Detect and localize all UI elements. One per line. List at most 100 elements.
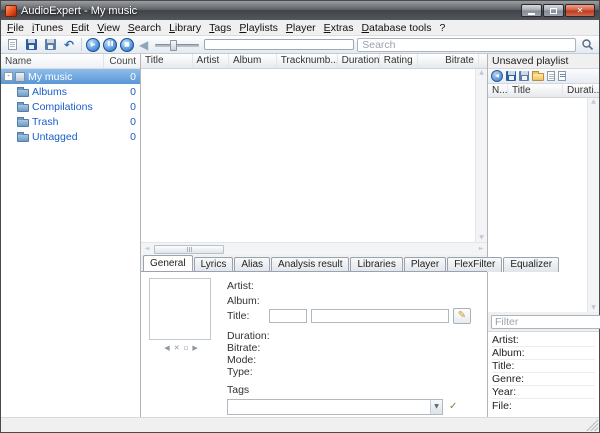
column-duration[interactable]: Duration [338, 54, 380, 68]
column-album[interactable]: Album [229, 54, 277, 68]
tree-column-name[interactable]: Name [1, 54, 104, 68]
playlist-list: ▲ ▼ [488, 98, 599, 312]
tree-item-label: My music [28, 71, 104, 83]
title-number-input[interactable] [269, 309, 307, 323]
menu-itunes[interactable]: iTunes [28, 21, 67, 35]
menu-database-tools[interactable]: Database tools [357, 21, 435, 35]
scroll-up-icon[interactable]: ▲ [479, 70, 484, 76]
stop-button[interactable]: ■ [120, 38, 134, 52]
tree-expander-icon[interactable]: - [4, 72, 13, 81]
close-button[interactable]: ✕ [565, 4, 595, 17]
track-info-panel: Artist: Album: Title: Genre: Year: File: [488, 331, 599, 417]
tree-column-count[interactable]: Count [104, 56, 140, 67]
tree-item-trash[interactable]: Trash 0 [1, 114, 140, 129]
playlist-list-area[interactable] [488, 98, 587, 312]
titlebar[interactable]: AudioExpert - My music ✕ [1, 1, 599, 20]
tree-item-untagged[interactable]: Untagged 0 [1, 129, 140, 144]
tab-lyrics[interactable]: Lyrics [194, 257, 234, 272]
open-playlist-icon[interactable] [532, 73, 544, 81]
info-album: Album: [492, 347, 595, 360]
scroll-left-icon[interactable]: ◄ [141, 246, 153, 252]
volume-thumb[interactable] [170, 40, 177, 51]
save-playlist-icon[interactable] [506, 71, 516, 81]
menu-player[interactable]: Player [282, 21, 320, 35]
scroll-up-icon[interactable]: ▲ [591, 99, 596, 105]
dropdown-icon[interactable]: ▼ [430, 400, 442, 414]
new-button[interactable] [4, 37, 20, 53]
cover-add-icon[interactable]: ▫ [184, 344, 189, 352]
menu-file[interactable]: File [3, 21, 28, 35]
track-panel: Title Artist Album Tracknumb... Duration… [141, 54, 488, 417]
filter-input[interactable] [492, 316, 600, 328]
menu-view[interactable]: View [93, 21, 124, 35]
search-input[interactable] [358, 39, 575, 51]
save-playlist-as-icon[interactable] [519, 71, 529, 81]
tab-flexfilter[interactable]: FlexFilter [447, 257, 502, 272]
undo-button[interactable]: ↶ [61, 37, 77, 53]
minimize-button[interactable] [521, 4, 542, 17]
menu-library[interactable]: Library [165, 21, 205, 35]
column-playlist-title[interactable]: Title [508, 84, 563, 97]
playlist-back-icon[interactable]: ◀ [491, 70, 503, 82]
save-button[interactable] [23, 37, 39, 53]
cover-prev-icon[interactable]: ◀ [164, 344, 169, 352]
column-playlist-duration[interactable]: Durati... [563, 84, 599, 97]
apply-tags-icon[interactable]: ✓ [449, 401, 457, 412]
stop-icon: ■ [124, 42, 130, 48]
track-list-horizontal-scrollbar[interactable]: ◄ ► [141, 242, 487, 255]
tags-input[interactable] [228, 401, 430, 413]
tab-player[interactable]: Player [404, 257, 446, 272]
column-rating[interactable]: Rating [380, 54, 418, 68]
tree-item-count: 0 [104, 101, 140, 113]
tree-item-albums[interactable]: Albums 0 [1, 84, 140, 99]
scroll-right-icon[interactable]: ► [475, 246, 487, 252]
track-list-area[interactable] [141, 69, 475, 242]
app-icon [5, 5, 17, 17]
save-all-button[interactable] [42, 37, 58, 53]
resize-grip-icon[interactable] [586, 419, 598, 431]
menu-extras[interactable]: Extras [320, 21, 358, 35]
menu-search[interactable]: Search [124, 21, 165, 35]
search-icon[interactable] [581, 38, 594, 51]
play-icon: ▶ [91, 42, 96, 48]
scroll-down-icon[interactable]: ▼ [591, 305, 596, 311]
column-number[interactable]: N... [488, 84, 508, 97]
tab-libraries[interactable]: Libraries [350, 257, 402, 272]
tags-label: Tags [227, 384, 249, 396]
menu-help[interactable]: ? [436, 21, 450, 35]
tab-analysis-result[interactable]: Analysis result [271, 257, 349, 272]
track-list-vertical-scrollbar[interactable]: ▲ ▼ [475, 69, 487, 242]
scroll-down-icon[interactable]: ▼ [479, 235, 484, 241]
column-bitrate[interactable]: Bitrate [418, 54, 479, 68]
menu-tags[interactable]: Tags [205, 21, 235, 35]
column-artist[interactable]: Artist [193, 54, 229, 68]
new-playlist-icon[interactable] [547, 71, 555, 81]
play-button[interactable]: ▶ [86, 38, 100, 52]
volume-slider[interactable] [153, 38, 201, 52]
scrollbar-thumb[interactable] [154, 245, 224, 254]
save-icon [26, 39, 37, 50]
playlist-title: Unsaved playlist [488, 54, 599, 68]
playlist-vertical-scrollbar[interactable]: ▲ ▼ [587, 98, 599, 312]
tab-alias[interactable]: Alias [234, 257, 270, 272]
tree-item-my-music[interactable]: - My music 0 [1, 69, 140, 84]
tree-item-compilations[interactable]: Compilations 0 [1, 99, 140, 114]
column-title[interactable]: Title [141, 54, 193, 68]
title-input[interactable] [311, 309, 449, 323]
seek-bar[interactable] [204, 39, 354, 50]
tab-general[interactable]: General [143, 255, 193, 272]
tab-equalizer[interactable]: Equalizer [503, 257, 559, 272]
column-tracknumber[interactable]: Tracknumb... [277, 54, 338, 68]
previous-track-icon[interactable]: ◀ [137, 39, 150, 51]
playlist-column-headers: N... Title Durati... [488, 84, 599, 98]
edit-title-button[interactable]: ✎ [453, 308, 471, 324]
pause-button[interactable]: ❚❚ [103, 38, 117, 52]
maximize-button[interactable] [543, 4, 564, 17]
export-playlist-icon[interactable] [558, 71, 566, 81]
menu-playlists[interactable]: Playlists [235, 21, 282, 35]
cover-next-icon[interactable]: ▶ [192, 344, 197, 352]
tree-item-label: Albums [32, 86, 104, 98]
menu-edit[interactable]: Edit [67, 21, 93, 35]
cover-remove-icon[interactable]: ✕ [174, 344, 180, 352]
bitrate-label: Bitrate: [227, 342, 269, 354]
